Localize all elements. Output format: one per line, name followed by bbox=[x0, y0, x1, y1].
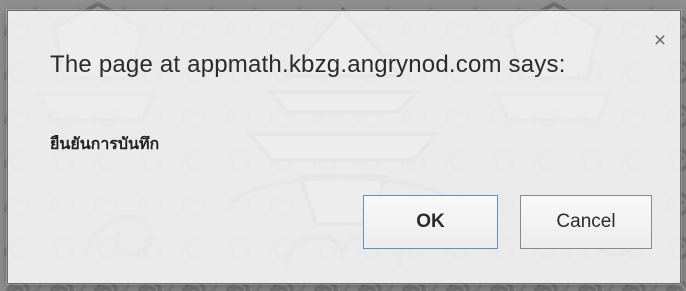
alert-dialog: × The page at appmath.kbzg.angrynod.com … bbox=[7, 10, 681, 284]
close-icon[interactable]: × bbox=[650, 30, 670, 51]
dialog-message: ยืนยันการบันทึก bbox=[50, 134, 160, 153]
dialog-title: The page at appmath.kbzg.angrynod.com sa… bbox=[50, 51, 566, 78]
cancel-button[interactable]: Cancel bbox=[520, 195, 652, 249]
ok-button[interactable]: OK bbox=[363, 195, 498, 249]
